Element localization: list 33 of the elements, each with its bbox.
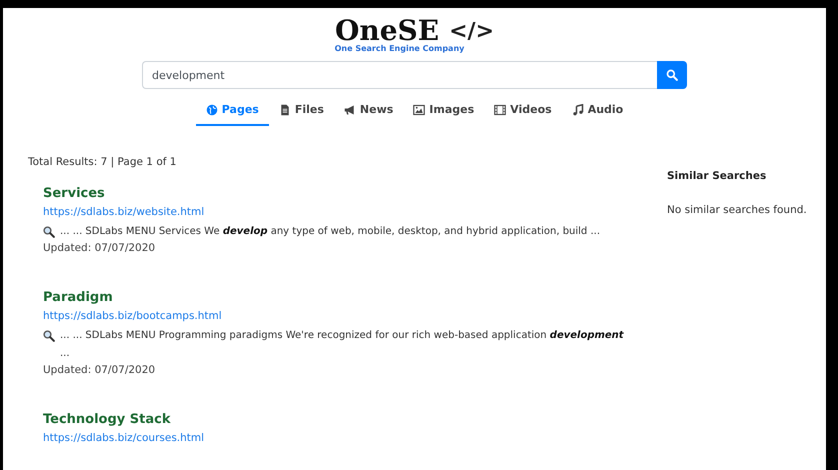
sidebar-message: No similar searches found. [667, 204, 807, 216]
result-title[interactable]: Services [43, 186, 105, 201]
result-snippet: ... ... SDLabs MENU Services We develop any type of web, mobile, desktop, and hybrid application, build ... [60, 225, 600, 239]
magnifier-icon [43, 330, 55, 342]
result-url[interactable]: https://sdlabs.biz/bootcamps.html [43, 310, 643, 322]
result-snippet: ... ... SDLabs MENU Programming paradigms We're recognized for our rich web-based application development ... [60, 329, 625, 361]
search-tab[interactable]: Images [403, 97, 484, 126]
search-field[interactable]: development [142, 61, 657, 89]
document-icon [278, 104, 291, 116]
sidebar-heading: Similar Searches [667, 170, 768, 182]
results-summary: Total Results: 7 | Page 1 of 1 [28, 156, 178, 168]
result-updated-date: Updated: 07/07/2020 [43, 241, 156, 256]
megaphone-icon [344, 104, 356, 116]
search-tab[interactable]: Files [268, 97, 334, 126]
search-tab[interactable]: News [334, 97, 404, 126]
result-url[interactable]: https://sdlabs.biz/courses.html [43, 432, 643, 444]
search-tab[interactable]: Videos [484, 97, 562, 126]
logo-wordmark: OneSE [334, 16, 440, 46]
logo-tagline: One Search Engine Company [334, 44, 464, 53]
search-tab[interactable]: Pages [196, 97, 269, 126]
film-icon [494, 104, 506, 116]
search-tab[interactable]: Audio [562, 97, 634, 126]
globe-icon [206, 104, 218, 116]
search-button[interactable] [657, 61, 687, 89]
result-updated-date: Updated: 07/07/2020 [43, 363, 156, 378]
logo-code-symbol: </> [449, 18, 494, 44]
magnifier-icon [43, 226, 55, 238]
music-note-icon [572, 104, 584, 116]
result-url[interactable]: https://sdlabs.biz/website.html [43, 206, 643, 218]
result-title[interactable]: Paradigm [43, 290, 113, 305]
image-icon [413, 104, 426, 116]
search-icon [666, 69, 678, 81]
result-title[interactable]: Technology Stack [43, 412, 170, 427]
